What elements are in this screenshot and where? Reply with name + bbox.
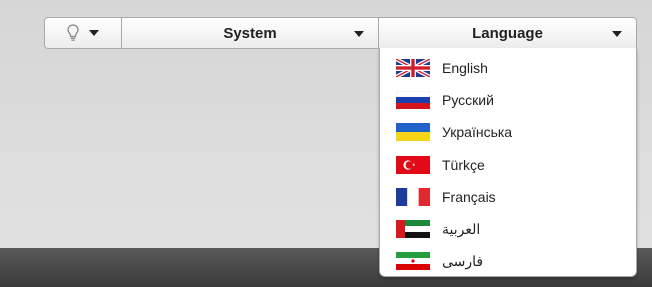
language-option-label: Français: [442, 189, 496, 205]
uae-flag-icon: [396, 220, 430, 238]
chevron-down-icon: [89, 30, 99, 36]
language-option-label: العربية: [442, 220, 481, 237]
system-menu-button[interactable]: System: [122, 17, 379, 49]
iran-flag-icon: [396, 252, 430, 270]
russia-flag-icon: [396, 91, 430, 109]
ukraine-flag-icon: [396, 123, 430, 141]
language-option-turkish[interactable]: Türkçe: [396, 154, 485, 176]
top-toolbar: System Language: [44, 17, 637, 49]
chevron-down-icon: [354, 31, 364, 37]
language-option-label: English: [442, 60, 488, 76]
system-menu-label: System: [223, 24, 277, 42]
language-option-label: Türkçe: [442, 157, 485, 173]
language-option-persian[interactable]: فارسی: [396, 250, 483, 272]
language-option-russian[interactable]: Русский: [396, 89, 494, 111]
lightbulb-icon: [67, 24, 79, 42]
language-option-arabic[interactable]: العربية: [396, 218, 480, 240]
language-menu-button[interactable]: Language: [379, 17, 637, 49]
hint-menu-button[interactable]: [44, 17, 122, 49]
language-option-ukrainian[interactable]: Українська: [396, 121, 512, 143]
chevron-down-icon: [612, 31, 622, 37]
language-option-french[interactable]: Français: [396, 186, 496, 208]
france-flag-icon: [396, 188, 430, 206]
uk-flag-icon: [396, 59, 430, 77]
language-option-label: Українська: [442, 124, 513, 140]
language-option-english[interactable]: English: [396, 57, 488, 79]
turkey-flag-icon: [396, 156, 430, 174]
language-menu-label: Language: [472, 25, 543, 42]
language-dropdown: English Русский Українська Türkçe França…: [379, 48, 637, 277]
language-option-label: فارسی: [442, 252, 484, 269]
language-option-label: Русский: [442, 92, 494, 108]
